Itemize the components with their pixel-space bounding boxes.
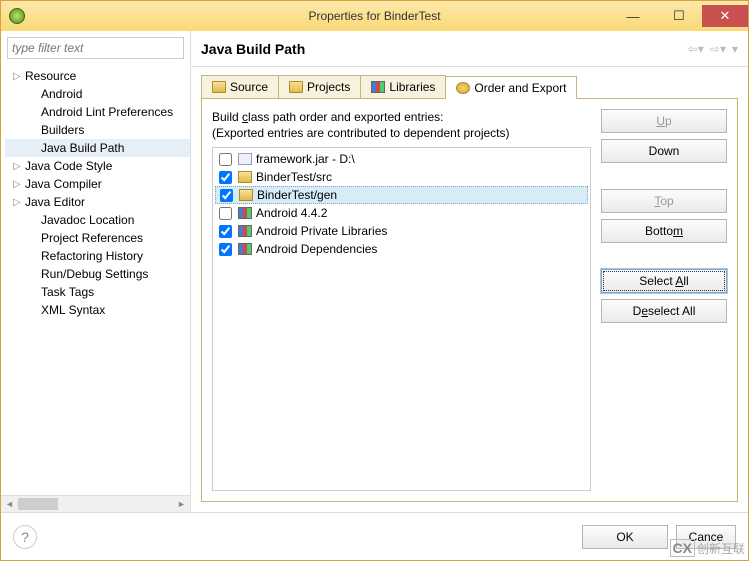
tree-item-label: Android Lint Preferences bbox=[41, 105, 173, 119]
down-button[interactable]: Down bbox=[601, 139, 727, 163]
expand-icon: ▷ bbox=[13, 161, 25, 172]
tree-item-label: Java Build Path bbox=[41, 141, 124, 155]
export-checkbox[interactable] bbox=[219, 207, 232, 220]
tree-item-label: Java Compiler bbox=[25, 177, 102, 191]
expand-icon: ▷ bbox=[13, 197, 25, 208]
folder-icon bbox=[239, 189, 253, 201]
select-all-button[interactable]: Select All bbox=[601, 269, 727, 293]
tree-item[interactable]: ▷Java Compiler bbox=[5, 175, 190, 193]
tree-item-label: XML Syntax bbox=[41, 303, 105, 317]
scroll-thumb[interactable] bbox=[18, 498, 58, 510]
tree-item[interactable]: ▷Resource bbox=[5, 67, 190, 85]
export-checkbox[interactable] bbox=[219, 225, 232, 238]
tree-item-label: Javadoc Location bbox=[41, 213, 134, 227]
tree-item-label: Builders bbox=[41, 123, 84, 137]
list-item[interactable]: BinderTest/gen bbox=[215, 186, 588, 204]
tree-item-label: Java Editor bbox=[25, 195, 85, 209]
bottom-button[interactable]: Bottom bbox=[601, 219, 727, 243]
back-icon[interactable]: ⇦▾ bbox=[688, 42, 704, 56]
menu-icon[interactable]: ▾ bbox=[732, 42, 738, 56]
tree-item[interactable]: Task Tags bbox=[5, 283, 190, 301]
export-checkbox[interactable] bbox=[219, 243, 232, 256]
tree-item[interactable]: Android bbox=[5, 85, 190, 103]
folder-icon bbox=[212, 81, 226, 93]
export-checkbox[interactable] bbox=[219, 153, 232, 166]
minimize-button[interactable]: — bbox=[610, 5, 656, 27]
help-icon[interactable]: ? bbox=[13, 525, 37, 549]
tree-item[interactable]: Project References bbox=[5, 229, 190, 247]
page-title: Java Build Path bbox=[201, 41, 688, 57]
deselect-all-button[interactable]: Deselect All bbox=[601, 299, 727, 323]
books-icon bbox=[371, 81, 385, 93]
tab-order-export[interactable]: Order and Export bbox=[445, 76, 577, 99]
lib-icon bbox=[238, 243, 252, 255]
cancel-button[interactable]: Cance bbox=[676, 525, 736, 549]
lib-icon bbox=[238, 207, 252, 219]
list-item[interactable]: Android 4.4.2 bbox=[215, 204, 588, 222]
tabs: Source Projects Libraries Order and Expo… bbox=[201, 75, 738, 99]
entry-label: Android 4.4.2 bbox=[256, 206, 327, 220]
top-button[interactable]: Top bbox=[601, 189, 727, 213]
tree-item[interactable]: Android Lint Preferences bbox=[5, 103, 190, 121]
lib-icon bbox=[238, 225, 252, 237]
close-button[interactable]: ✕ bbox=[702, 5, 748, 27]
entry-label: Android Dependencies bbox=[256, 242, 377, 256]
tab-libraries[interactable]: Libraries bbox=[360, 75, 446, 98]
maximize-button[interactable]: ☐ bbox=[656, 5, 702, 27]
app-icon bbox=[9, 8, 25, 24]
entry-label: Android Private Libraries bbox=[256, 224, 387, 238]
filter-input[interactable] bbox=[7, 37, 184, 59]
export-checkbox[interactable] bbox=[219, 171, 232, 184]
tree-item-label: Run/Debug Settings bbox=[41, 267, 148, 281]
order-export-icon bbox=[456, 82, 470, 94]
tree-item[interactable]: ▷Java Code Style bbox=[5, 157, 190, 175]
tab-projects[interactable]: Projects bbox=[278, 75, 361, 98]
entry-label: BinderTest/gen bbox=[257, 188, 337, 202]
expand-icon: ▷ bbox=[13, 71, 25, 82]
tree-item[interactable]: Run/Debug Settings bbox=[5, 265, 190, 283]
tree-item-label: Android bbox=[41, 87, 82, 101]
list-item[interactable]: framework.jar - D:\ bbox=[215, 150, 588, 168]
scroll-left-icon[interactable]: ◄ bbox=[1, 496, 18, 512]
category-sidebar: ▷ResourceAndroidAndroid Lint Preferences… bbox=[1, 31, 191, 512]
entry-label: BinderTest/src bbox=[256, 170, 332, 184]
entries-list[interactable]: framework.jar - D:\ BinderTest/src BinderT… bbox=[212, 147, 591, 491]
entry-label: framework.jar - D:\ bbox=[256, 152, 355, 166]
titlebar[interactable]: Properties for BinderTest — ☐ ✕ bbox=[1, 1, 748, 31]
horizontal-scrollbar[interactable]: ◄ ► bbox=[1, 495, 190, 512]
export-checkbox[interactable] bbox=[220, 189, 233, 202]
up-button[interactable]: Up bbox=[601, 109, 727, 133]
list-item[interactable]: Android Private Libraries bbox=[215, 222, 588, 240]
tree-item-label: Project References bbox=[41, 231, 143, 245]
tree-item-label: Java Code Style bbox=[25, 159, 112, 173]
folder-icon bbox=[238, 171, 252, 183]
tree-item[interactable]: Java Build Path bbox=[5, 139, 190, 157]
tree-item[interactable]: Refactoring History bbox=[5, 247, 190, 265]
list-item[interactable]: BinderTest/src bbox=[215, 168, 588, 186]
folder-icon bbox=[289, 81, 303, 93]
tree-item[interactable]: ▷Java Editor bbox=[5, 193, 190, 211]
ok-button[interactable]: OK bbox=[582, 525, 668, 549]
tree-item-label: Refactoring History bbox=[41, 249, 143, 263]
jar-icon bbox=[238, 153, 252, 165]
scroll-right-icon[interactable]: ► bbox=[173, 496, 190, 512]
forward-icon[interactable]: ⇨▾ bbox=[710, 42, 726, 56]
tree-item[interactable]: Javadoc Location bbox=[5, 211, 190, 229]
description-text: Build class path order and exported entr… bbox=[212, 109, 591, 141]
tree-item-label: Task Tags bbox=[41, 285, 94, 299]
tree-item[interactable]: Builders bbox=[5, 121, 190, 139]
tree-item-label: Resource bbox=[25, 69, 76, 83]
tab-source[interactable]: Source bbox=[201, 75, 279, 98]
category-tree[interactable]: ▷ResourceAndroidAndroid Lint Preferences… bbox=[1, 65, 190, 495]
tree-item[interactable]: XML Syntax bbox=[5, 301, 190, 319]
list-item[interactable]: Android Dependencies bbox=[215, 240, 588, 258]
expand-icon: ▷ bbox=[13, 179, 25, 190]
